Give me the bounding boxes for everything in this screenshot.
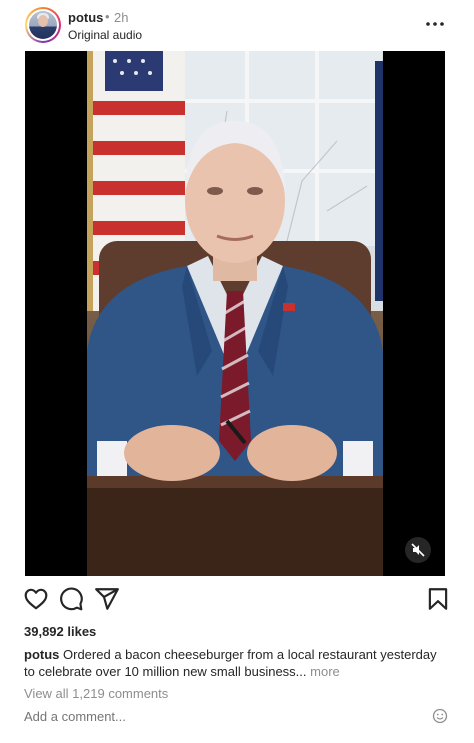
post-time[interactable]: 2h — [114, 10, 128, 25]
post-username[interactable]: potus — [68, 10, 103, 25]
mute-button[interactable] — [405, 537, 431, 563]
view-all-comments-link[interactable]: View all 1,219 comments — [24, 686, 168, 701]
separator-dot: • — [105, 9, 110, 24]
more-options-button[interactable] — [424, 14, 446, 34]
add-comment-input[interactable] — [24, 709, 424, 724]
action-bar — [0, 586, 474, 614]
post-caption: potus Ordered a bacon cheeseburger from … — [24, 646, 444, 680]
emoji-button[interactable] — [432, 708, 448, 724]
save-button[interactable] — [425, 586, 451, 612]
caption-more-link[interactable]: more — [310, 664, 340, 679]
avatar[interactable] — [25, 7, 61, 43]
send-icon — [95, 588, 119, 610]
comment-button[interactable] — [58, 586, 84, 612]
avatar-border — [27, 9, 59, 41]
audio-label[interactable]: Original audio — [68, 28, 142, 42]
comment-icon — [60, 587, 83, 611]
likes-count[interactable]: 39,892 likes — [24, 624, 96, 639]
bookmark-icon — [428, 588, 448, 610]
volume-muted-icon — [411, 543, 425, 557]
like-button[interactable] — [23, 586, 49, 612]
heart-icon — [24, 588, 48, 610]
post-header: potus • 2h Original audio — [0, 0, 474, 50]
avatar-face — [38, 15, 48, 27]
avatar-image — [29, 11, 57, 39]
share-button[interactable] — [94, 586, 120, 612]
caption-text: Ordered a bacon cheeseburger from a loca… — [24, 647, 437, 679]
more-horizontal-icon — [426, 22, 444, 26]
caption-username[interactable]: potus — [24, 647, 59, 662]
video-scene — [87, 51, 383, 576]
smiley-icon — [432, 708, 448, 724]
video-player[interactable] — [25, 51, 445, 576]
video-frame — [87, 51, 383, 576]
